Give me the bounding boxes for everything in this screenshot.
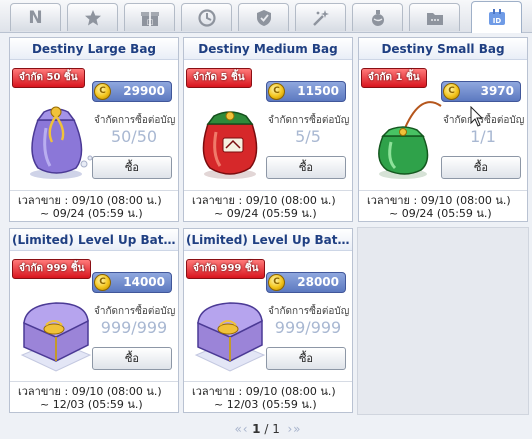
coin-icon: C bbox=[268, 274, 285, 291]
gift-box-icon: □ bbox=[140, 11, 159, 26]
tab-costume[interactable] bbox=[295, 3, 346, 31]
category-tab-bar: N □ ID bbox=[0, 0, 532, 33]
sale-period-start: เวลาขาย : 09/10 (08:00 น.) bbox=[18, 194, 162, 207]
product-card: (Limited) Level Up Battle ... จำกัด 999 … bbox=[9, 228, 179, 413]
price-box: C 14000 bbox=[92, 272, 172, 293]
buy-button[interactable]: ซื้อ bbox=[92, 347, 172, 370]
purchase-limit-ribbon: จำกัด 5 ชิ้น bbox=[186, 68, 252, 88]
sale-period: เวลาขาย : 09/10 (08:00 น.) ~ 09/24 (05:5… bbox=[10, 190, 178, 223]
price-box: C 11500 bbox=[266, 81, 346, 102]
purchase-limit-label: จำกัดการซื้อต่อบัญ bbox=[443, 115, 525, 126]
sale-period-start: เวลาขาย : 09/10 (08:00 น.) bbox=[192, 385, 336, 398]
price-value: 28000 bbox=[297, 275, 339, 289]
sale-period-end: ~ 12/03 (05:59 น.) bbox=[40, 398, 143, 411]
pagination: « ‹ 1 / 1 › » bbox=[0, 419, 532, 439]
product-card: (Limited) Level Up Battle ... จำกัด 999 … bbox=[183, 228, 353, 413]
mouse-cursor-icon bbox=[470, 106, 484, 127]
price-box: C 28000 bbox=[266, 272, 346, 293]
svg-text:□: □ bbox=[146, 18, 153, 26]
purchase-limit-ribbon: จำกัด 1 ชิ้น bbox=[361, 68, 427, 88]
purple-chest-image bbox=[20, 302, 92, 372]
purchase-limit-ribbon: จำกัด 999 ชิ้น bbox=[12, 259, 92, 279]
sale-period: เวลาขาย : 09/10 (08:00 น.) ~ 09/24 (05:5… bbox=[359, 190, 527, 223]
sale-period-end: ~ 09/24 (05:59 น.) bbox=[389, 207, 492, 220]
sale-period: เวลาขาย : 09/10 (08:00 น.) ~ 12/03 (05:5… bbox=[184, 381, 352, 414]
sale-period-end: ~ 09/24 (05:59 น.) bbox=[40, 207, 143, 220]
page-separator: / bbox=[264, 422, 269, 436]
new-icon: N bbox=[28, 7, 43, 28]
sale-period: เวลาขาย : 09/10 (08:00 น.) ~ 09/24 (05:5… bbox=[184, 190, 352, 223]
product-title: Destiny Small Bag bbox=[359, 38, 527, 60]
sale-period-end: ~ 12/03 (05:59 น.) bbox=[214, 398, 317, 411]
product-card: Destiny Medium Bag จำกัด 5 ชิ้น C 11500 … bbox=[183, 37, 353, 222]
price-value: 3970 bbox=[480, 84, 514, 98]
sparkle-wand-icon bbox=[312, 9, 329, 26]
sale-period-start: เวลาขาย : 09/10 (08:00 น.) bbox=[18, 385, 162, 398]
sale-period: เวลาขาย : 09/10 (08:00 น.) ~ 12/03 (05:5… bbox=[10, 381, 178, 414]
id-card-icon: ID bbox=[488, 8, 505, 25]
folder-icon bbox=[426, 12, 443, 25]
green-bag-image bbox=[378, 101, 442, 179]
purchase-limit-count: 1/1 bbox=[470, 127, 496, 146]
tab-packages[interactable]: □ bbox=[124, 3, 175, 31]
svg-text:ID: ID bbox=[492, 17, 501, 25]
potion-icon bbox=[371, 9, 384, 26]
sale-period-start: เวลาขาย : 09/10 (08:00 น.) bbox=[192, 194, 336, 207]
coin-icon: C bbox=[94, 83, 111, 100]
tab-equipment[interactable] bbox=[238, 3, 289, 31]
price-value: 29900 bbox=[123, 84, 165, 98]
first-page-button[interactable]: « bbox=[235, 422, 243, 436]
product-title: (Limited) Level Up Battle ... bbox=[10, 229, 178, 251]
next-page-button[interactable]: › bbox=[287, 422, 292, 436]
product-card: Destiny Large Bag จำกัด 50 ชิ้น C 29900 … bbox=[9, 37, 179, 222]
prev-page-button[interactable]: ‹ bbox=[243, 422, 248, 436]
tab-others[interactable] bbox=[409, 3, 460, 31]
current-page: 1 bbox=[252, 422, 261, 436]
purchase-limit-count: 5/5 bbox=[295, 127, 321, 146]
product-card: Destiny Small Bag จำกัด 1 ชิ้น C 3970 จำ… bbox=[358, 37, 528, 222]
buy-button[interactable]: ซื้อ bbox=[92, 156, 172, 179]
purchase-limit-ribbon: จำกัด 999 ชิ้น bbox=[186, 259, 266, 279]
price-value: 11500 bbox=[297, 84, 339, 98]
tab-limited-time[interactable] bbox=[181, 3, 232, 31]
shield-icon bbox=[256, 9, 271, 26]
coin-icon: C bbox=[443, 83, 460, 100]
purple-chest-image bbox=[194, 302, 266, 372]
red-bag-image bbox=[202, 111, 258, 179]
price-value: 14000 bbox=[123, 275, 165, 289]
purchase-limit-count: 999/999 bbox=[274, 318, 342, 337]
sale-period-end: ~ 09/24 (05:59 น.) bbox=[214, 207, 317, 220]
total-pages: 1 bbox=[272, 422, 280, 436]
purchase-limit-label: จำกัดการซื้อต่อบัญ bbox=[94, 306, 176, 317]
clock-icon bbox=[197, 8, 216, 27]
buy-button[interactable]: ซื้อ bbox=[266, 347, 346, 370]
purchase-limit-ribbon: จำกัด 50 ชิ้น bbox=[12, 68, 85, 88]
tab-favorites[interactable] bbox=[67, 3, 118, 31]
price-box: C 3970 bbox=[441, 81, 521, 102]
coin-icon: C bbox=[268, 83, 285, 100]
buy-button[interactable]: ซื้อ bbox=[441, 156, 521, 179]
purchase-limit-count: 50/50 bbox=[110, 127, 158, 146]
purchase-limit-label: จำกัดการซื้อต่อบัญ bbox=[268, 306, 350, 317]
price-box: C 29900 bbox=[92, 81, 172, 102]
purchase-limit-count: 999/999 bbox=[100, 318, 168, 337]
purchase-limit-label: จำกัดการซื้อต่อบัญ bbox=[268, 115, 350, 126]
coin-icon: C bbox=[94, 274, 111, 291]
empty-product-slot bbox=[357, 227, 529, 415]
tab-new[interactable]: N bbox=[10, 3, 61, 31]
product-title: (Limited) Level Up Battle ... bbox=[184, 229, 352, 251]
product-title: Destiny Medium Bag bbox=[184, 38, 352, 60]
last-page-button[interactable]: » bbox=[293, 422, 301, 436]
star-icon bbox=[84, 9, 101, 25]
tab-account[interactable]: ID bbox=[471, 1, 522, 33]
purple-bag-image bbox=[30, 106, 93, 179]
purchase-limit-label: จำกัดการซื้อต่อบัญ bbox=[94, 115, 176, 126]
sale-period-start: เวลาขาย : 09/10 (08:00 น.) bbox=[367, 194, 511, 207]
tab-consumables[interactable] bbox=[352, 3, 403, 31]
product-title: Destiny Large Bag bbox=[10, 38, 178, 60]
buy-button[interactable]: ซื้อ bbox=[266, 156, 346, 179]
